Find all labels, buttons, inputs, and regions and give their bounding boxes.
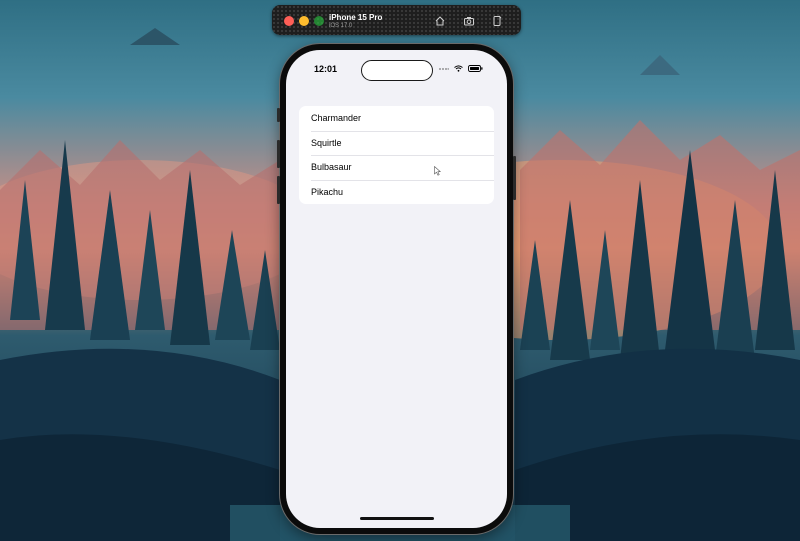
zoom-window-button[interactable] [314,16,324,26]
screenshot-icon[interactable] [463,14,475,26]
battery-icon [468,65,483,72]
minimize-window-button[interactable] [299,16,309,26]
volume-up-button [277,140,280,168]
close-window-button[interactable] [284,16,294,26]
status-icons [439,65,483,72]
mouse-pointer-icon [434,166,441,176]
action-button [277,108,280,122]
cellular-signal-icon [439,67,449,70]
home-icon[interactable] [434,14,446,26]
list-item[interactable]: Bulbasaur [299,155,494,180]
wifi-icon [454,65,463,72]
device-screen: 12:01 Charmander Squirtle Bulbasaur Pika… [286,50,507,528]
iphone-simulator: 12:01 Charmander Squirtle Bulbasaur Pika… [277,44,516,534]
home-indicator[interactable] [360,517,434,520]
simulator-toolbar: iPhone 15 Pro iOS 17.0 [272,5,521,35]
device-name: iPhone 15 Pro [329,13,383,22]
status-time: 12:01 [314,64,338,74]
rotate-icon[interactable] [491,14,503,26]
status-bar: 12:01 [286,50,507,86]
pokemon-list: Charmander Squirtle Bulbasaur Pikachu [299,106,494,204]
list-item[interactable]: Squirtle [299,130,494,156]
os-version: iOS 17.0 [329,23,353,29]
dynamic-island [361,60,433,81]
power-button [513,156,516,200]
volume-down-button [277,176,280,204]
list-item[interactable]: Pikachu [299,179,494,205]
list-item[interactable]: Charmander [299,106,494,131]
